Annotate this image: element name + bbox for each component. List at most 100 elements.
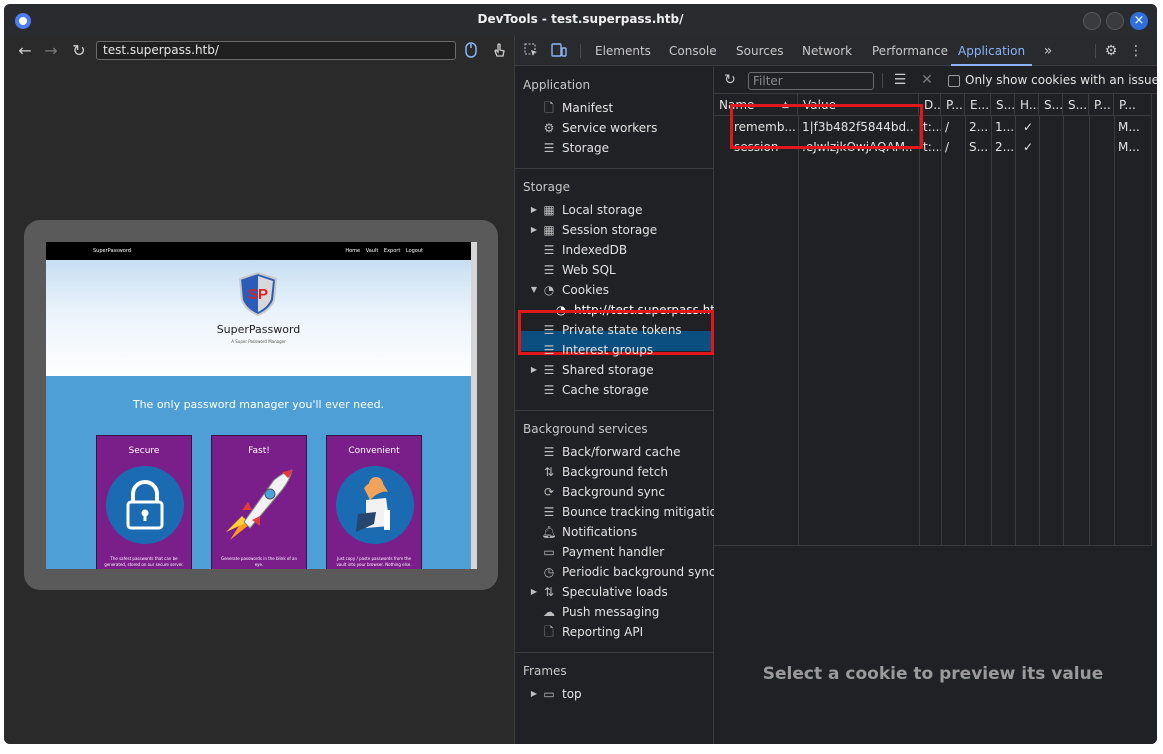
toolbar-divider (882, 73, 883, 88)
more-options-icon[interactable]: ⋮ (1127, 42, 1145, 60)
page-scrollbar[interactable] (471, 242, 477, 569)
credit-card-icon: ▭ (543, 545, 555, 559)
settings-gear-icon[interactable]: ⚙ (1102, 42, 1120, 60)
tab-performance[interactable]: Performance (872, 36, 948, 66)
tab-divider (580, 44, 581, 58)
cookies-view: ↻ Filter ☰ ✕ Only show cookies with an i… (714, 67, 1157, 744)
sidebar-item-periodic-background-sync[interactable]: ◷ Periodic background sync (541, 562, 716, 582)
only-issues-checkbox[interactable] (948, 75, 960, 87)
expand-arrow-icon[interactable]: ▶ (529, 684, 539, 704)
sidebar-item-speculative-loads[interactable]: ⇅ Speculative loads (541, 582, 668, 602)
clock-icon: ◷ (543, 565, 555, 579)
cookie-path-cell[interactable]: / (941, 117, 965, 137)
sidebar-item-push-messaging[interactable]: ☁ Push messaging (541, 602, 659, 622)
tab-network[interactable]: Network (802, 36, 852, 66)
column-header-path[interactable]: P... (941, 94, 965, 116)
sidebar-item-notifications[interactable]: 🔔︎ Notifications (541, 522, 637, 542)
column-header-samesite[interactable]: S... (1063, 94, 1089, 116)
touch-mode-icon[interactable] (490, 42, 508, 60)
sidebar-item-background-sync[interactable]: ⟳ Background sync (541, 482, 665, 502)
document-icon: 🗋 (544, 625, 554, 639)
sidebar-item-reporting-api[interactable]: 🗋 Reporting API (541, 622, 643, 642)
sidebar-item-background-fetch[interactable]: ⇅ Background fetch (541, 462, 668, 482)
back-arrow-icon[interactable]: ← (16, 42, 34, 60)
sidebar-item-private-state-tokens[interactable]: ☰ Private state tokens (541, 320, 682, 340)
column-header-partition-key[interactable]: P... (1089, 94, 1114, 116)
cookie-path-cell[interactable]: / (941, 137, 965, 157)
url-input[interactable]: test.superpass.htb/ (96, 41, 456, 60)
column-header-size[interactable]: S... (991, 94, 1015, 116)
cookie-size-cell[interactable]: 1... (991, 117, 1015, 137)
database-icon: ☰ (543, 263, 555, 277)
expand-arrow-icon[interactable]: ▶ (529, 582, 539, 602)
inspect-element-icon[interactable] (522, 42, 540, 60)
site-link-vault[interactable]: Vault (366, 248, 379, 254)
column-header-httponly[interactable]: H... (1015, 94, 1039, 116)
minimize-button[interactable] (1083, 12, 1101, 30)
mouse-mode-icon[interactable] (462, 42, 480, 60)
site-link-export[interactable]: Export (384, 248, 400, 254)
tab-sources[interactable]: Sources (736, 36, 783, 66)
section-divider (515, 168, 714, 169)
sidebar-item-payment-handler[interactable]: ▭ Payment handler (541, 542, 664, 562)
column-header-expires[interactable]: E... (965, 94, 991, 116)
devtools-tab-bar: Elements Console Sources Network Perform… (515, 36, 1157, 66)
sidebar-item-cookies[interactable]: ◔ Cookies (541, 280, 609, 300)
sidebar-item-cache-storage[interactable]: ☰ Cache storage (541, 380, 649, 400)
cookie-httponly-check-icon[interactable]: ✓ (1015, 117, 1039, 137)
site-brand[interactable]: SuperPassword (93, 248, 131, 254)
sidebar-item-web-sql[interactable]: ☰ Web SQL (541, 260, 616, 280)
sidebar-item-bounce-tracking[interactable]: ☰ Bounce tracking mitigations (541, 502, 731, 522)
column-divider (1089, 116, 1090, 546)
close-button[interactable]: × (1130, 12, 1148, 30)
column-header-secure[interactable]: S... (1039, 94, 1063, 116)
reload-icon[interactable]: ↻ (70, 42, 88, 60)
tab-elements[interactable]: Elements (595, 36, 651, 66)
delete-selected-icon[interactable]: ✕ (918, 71, 936, 89)
sidebar-item-interest-groups[interactable]: ☰ Interest groups (541, 340, 654, 360)
sidebar-item-service-workers[interactable]: ⚙ Service workers (541, 118, 658, 138)
forward-arrow-icon[interactable]: → (42, 42, 60, 60)
site-link-home[interactable]: Home (345, 248, 360, 254)
sidebar-item-local-storage[interactable]: ▦ Local storage (541, 200, 642, 220)
cookie-expires-cell[interactable]: 2... (965, 117, 991, 137)
expand-arrow-icon[interactable]: ▶ (529, 220, 539, 240)
column-header-priority[interactable]: P... (1114, 94, 1152, 116)
sidebar-item-back-forward-cache[interactable]: ☰ Back/forward cache (541, 442, 681, 462)
clear-filtered-cookies-icon[interactable]: ☰ (891, 71, 909, 89)
sidebar-item-manifest[interactable]: 🗋 Manifest (541, 98, 613, 118)
expand-arrow-icon[interactable]: ▶ (529, 360, 539, 380)
tab-application[interactable]: Application (951, 36, 1033, 66)
sidebar-item-session-storage[interactable]: ▦ Session storage (541, 220, 657, 240)
rocket-icon (226, 469, 293, 540)
section-title-application: Application (523, 78, 591, 92)
cookie-priority-cell[interactable]: M... (1114, 117, 1152, 137)
database-icon: ☰ (543, 323, 555, 337)
cookie-size-cell[interactable]: 2... (991, 137, 1015, 157)
card-title: Convenient (348, 446, 400, 456)
sidebar-item-shared-storage[interactable]: ☰ Shared storage (541, 360, 654, 380)
card-text: Generate passwords in the blink of an ey… (220, 556, 298, 567)
cookie-filter-input[interactable]: Filter (748, 72, 874, 90)
table-grid-icon: ▦ (543, 203, 555, 217)
section-title-storage: Storage (523, 180, 570, 194)
cookie-expires-cell[interactable]: S... (965, 137, 991, 157)
bell-icon: 🔔︎ (541, 525, 557, 539)
cookie-httponly-check-icon[interactable]: ✓ (1015, 137, 1039, 157)
collapse-arrow-icon[interactable]: ▼ (529, 280, 539, 300)
more-tabs-chevron-icon[interactable]: » (1039, 42, 1057, 60)
site-link-logout[interactable]: Logout (406, 248, 423, 254)
cookie-priority-cell[interactable]: M... (1114, 137, 1152, 157)
device-toolbar-icon[interactable] (550, 42, 568, 60)
card-text: The safest passwords that can be generat… (104, 556, 184, 567)
section-divider (515, 410, 714, 411)
refresh-icon[interactable]: ↻ (721, 71, 739, 89)
expand-arrow-icon[interactable]: ▶ (529, 200, 539, 220)
page-viewport[interactable]: SuperPassword Home Vault Export Logout S… (46, 242, 471, 569)
sidebar-item-indexeddb[interactable]: ☰ IndexedDB (541, 240, 628, 260)
sidebar-item-storage[interactable]: ☰ Storage (541, 138, 609, 158)
tab-console[interactable]: Console (669, 36, 717, 66)
sidebar-item-frame-top[interactable]: ▭ top (541, 684, 581, 704)
maximize-button[interactable] (1106, 12, 1124, 30)
column-divider (1015, 116, 1016, 546)
